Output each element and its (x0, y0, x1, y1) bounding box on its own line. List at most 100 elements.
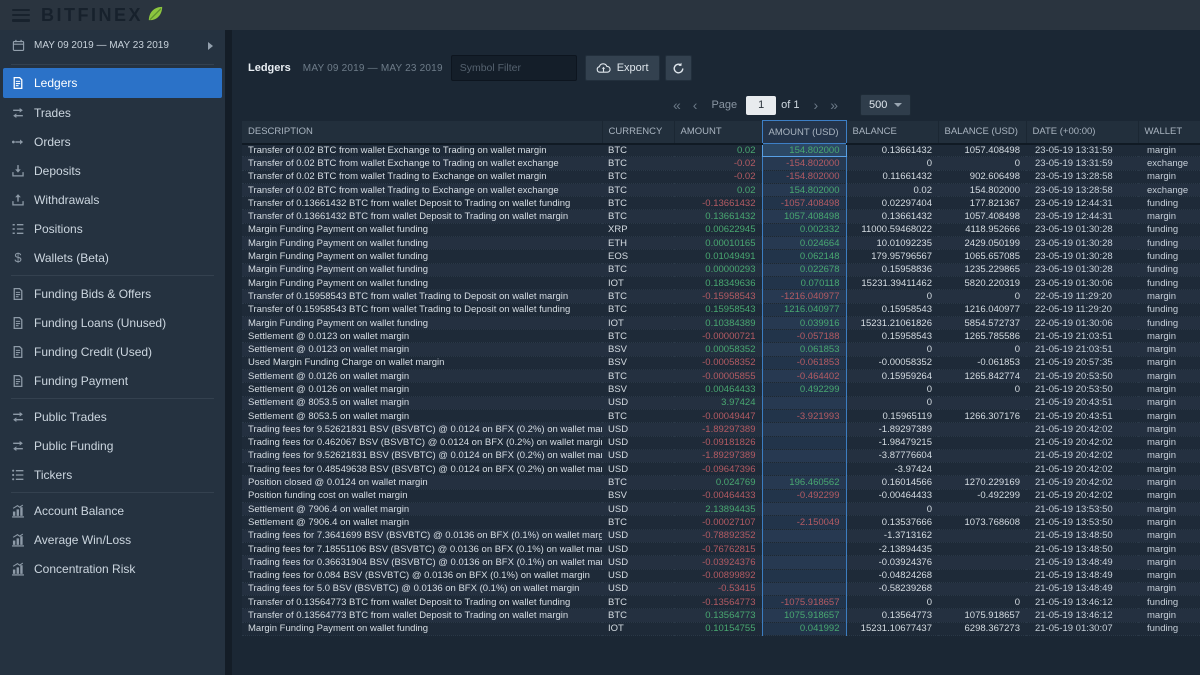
table-row[interactable]: Margin Funding Payment on wallet funding… (242, 250, 1200, 263)
table-row[interactable]: Settlement @ 0.0126 on wallet marginBSV0… (242, 383, 1200, 396)
page-number-input[interactable] (746, 96, 776, 115)
cell-description: Transfer of 0.02 BTC from wallet Trading… (242, 170, 602, 183)
sidebar-item-public-trades[interactable]: Public Trades (0, 402, 225, 431)
table-row[interactable]: Settlement @ 0.0126 on wallet marginBTC-… (242, 370, 1200, 383)
symbol-filter-input[interactable] (451, 55, 577, 81)
table-row[interactable]: Transfer of 0.15958543 BTC from wallet T… (242, 290, 1200, 303)
table-row[interactable]: Settlement @ 8053.5 on wallet marginBTC-… (242, 409, 1200, 422)
cell-wallet: margin (1138, 542, 1200, 555)
export-button[interactable]: Export (585, 55, 660, 81)
cell-balance-usd: 5820.220319 (938, 276, 1026, 289)
table-row[interactable]: Settlement @ 8053.5 on wallet marginUSD3… (242, 396, 1200, 409)
hamburger-menu-icon[interactable] (12, 9, 30, 22)
column-header-currency[interactable]: CURRENCY (602, 121, 674, 144)
first-page-button[interactable]: « (667, 97, 687, 113)
column-header-description[interactable]: DESCRIPTION (242, 121, 602, 144)
sidebar-item-label: Trades (34, 106, 71, 120)
table-row[interactable]: Trading fees for 0.36631904 BSV (BSVBTC)… (242, 556, 1200, 569)
cell-description: Trading fees for 9.52621831 BSV (BSVBTC)… (242, 449, 602, 462)
table-row[interactable]: Trading fees for 9.52621831 BSV (BSVBTC)… (242, 423, 1200, 436)
cell-date: 21-05-19 20:57:35 (1026, 356, 1138, 369)
cell-wallet: margin (1138, 609, 1200, 622)
table-row[interactable]: Trading fees for 7.18551106 BSV (BSVBTC)… (242, 542, 1200, 555)
table-row[interactable]: Margin Funding Payment on wallet funding… (242, 276, 1200, 289)
table-row[interactable]: Settlement @ 0.0123 on wallet marginBTC-… (242, 330, 1200, 343)
sidebar-item-tickers[interactable]: Tickers (0, 460, 225, 489)
column-header-wallet[interactable]: WALLET (1138, 121, 1200, 144)
prev-page-button[interactable]: ‹ (687, 97, 704, 113)
table-row[interactable]: Margin Funding Payment on wallet funding… (242, 622, 1200, 635)
cell-amount-usd: -1216.040977 (762, 290, 846, 303)
table-row[interactable]: Trading fees for 7.3641699 BSV (BSVBTC) … (242, 529, 1200, 542)
cell-description: Position funding cost on wallet margin (242, 489, 602, 502)
table-row[interactable]: Trading fees for 9.52621831 BSV (BSVBTC)… (242, 449, 1200, 462)
cell-balance: -3.87776604 (846, 449, 938, 462)
table-row[interactable]: Used Margin Funding Charge on wallet mar… (242, 356, 1200, 369)
sidebar-item-public-funding[interactable]: Public Funding (0, 431, 225, 460)
column-header-date[interactable]: DATE (+00:00) (1026, 121, 1138, 144)
table-row[interactable]: Margin Funding Payment on wallet funding… (242, 316, 1200, 329)
table-row[interactable]: Transfer of 0.13564773 BTC from wallet D… (242, 596, 1200, 609)
table-row[interactable]: Trading fees for 0.48549638 BSV (BSVBTC)… (242, 463, 1200, 476)
sidebar-item-wallets-beta[interactable]: $Wallets (Beta) (0, 243, 225, 272)
cell-wallet: funding (1138, 596, 1200, 609)
sidebar-item-deposits[interactable]: Deposits (0, 156, 225, 185)
cell-balance: 0.13564773 (846, 609, 938, 622)
sidebar-item-orders[interactable]: Orders (0, 127, 225, 156)
table-row[interactable]: Margin Funding Payment on wallet funding… (242, 263, 1200, 276)
table-row[interactable]: Trading fees for 0.462067 BSV (BSVBTC) @… (242, 436, 1200, 449)
column-header-balance[interactable]: BALANCE (846, 121, 938, 144)
date-range-picker[interactable]: MAY 09 2019 — MAY 23 2019 (0, 30, 225, 61)
pagination: « ‹ Page of 1 › » 500 (667, 94, 1200, 116)
sidebar-item-funding-bids-offers[interactable]: Funding Bids & Offers (0, 279, 225, 308)
table-row[interactable]: Margin Funding Payment on wallet funding… (242, 223, 1200, 236)
sidebar-item-withdrawals[interactable]: Withdrawals (0, 185, 225, 214)
cell-amount: -0.78892352 (674, 529, 762, 542)
sidebar-item-ledgers[interactable]: Ledgers (3, 68, 222, 98)
cell-amount: 3.97424 (674, 396, 762, 409)
table-row[interactable]: Trading fees for 5.0 BSV (BSVBTC) @ 0.01… (242, 582, 1200, 595)
table-row[interactable]: Transfer of 0.13661432 BTC from wallet D… (242, 210, 1200, 223)
table-row[interactable]: Transfer of 0.15958543 BTC from wallet T… (242, 303, 1200, 316)
column-header-amount[interactable]: AMOUNT (674, 121, 762, 144)
table-row[interactable]: Transfer of 0.02 BTC from wallet Trading… (242, 170, 1200, 183)
sidebar-item-funding-payment[interactable]: Funding Payment (0, 366, 225, 395)
table-row[interactable]: Trading fees for 0.084 BSV (BSVBTC) @ 0.… (242, 569, 1200, 582)
cell-amount: -0.03924376 (674, 556, 762, 569)
sidebar-item-funding-loans-unused[interactable]: Funding Loans (Unused) (0, 308, 225, 337)
next-page-button[interactable]: › (808, 97, 825, 113)
sidebar-item-account-balance[interactable]: Account Balance (0, 496, 225, 525)
sidebar-item-average-win-loss[interactable]: Average Win/Loss (0, 525, 225, 554)
sidebar-item-positions[interactable]: Positions (0, 214, 225, 243)
table-row[interactable]: Transfer of 0.13661432 BTC from wallet D… (242, 197, 1200, 210)
table-row[interactable]: Position funding cost on wallet marginBS… (242, 489, 1200, 502)
cell-date: 21-05-19 13:46:12 (1026, 609, 1138, 622)
cell-balance-usd (938, 436, 1026, 449)
cell-balance: 15231.39411462 (846, 276, 938, 289)
column-header-balance-usd[interactable]: BALANCE (USD) (938, 121, 1026, 144)
table-row[interactable]: Settlement @ 7906.4 on wallet marginBTC-… (242, 516, 1200, 529)
logo-text: BITFINEX (41, 5, 143, 26)
table-row[interactable]: Transfer of 0.02 BTC from wallet Exchang… (242, 157, 1200, 170)
cell-balance-usd (938, 542, 1026, 555)
refresh-button[interactable] (665, 55, 692, 81)
cell-currency: BSV (602, 343, 674, 356)
page-size-select[interactable]: 500 (860, 94, 911, 116)
column-header-amount-usd[interactable]: AMOUNT (USD) (762, 121, 846, 144)
cell-description: Settlement @ 0.0123 on wallet margin (242, 343, 602, 356)
cell-currency: ETH (602, 237, 674, 250)
table-row[interactable]: Settlement @ 7906.4 on wallet marginUSD2… (242, 503, 1200, 516)
table-row[interactable]: Transfer of 0.13564773 BTC from wallet D… (242, 609, 1200, 622)
sidebar-item-funding-credit-used[interactable]: Funding Credit (Used) (0, 337, 225, 366)
cell-balance: 0.15958543 (846, 330, 938, 343)
table-row[interactable]: Transfer of 0.02 BTC from wallet Trading… (242, 183, 1200, 196)
sidebar-item-concentration-risk[interactable]: Concentration Risk (0, 554, 225, 583)
sidebar-item-trades[interactable]: Trades (0, 98, 225, 127)
last-page-button[interactable]: » (824, 97, 844, 113)
cell-balance: 15231.21061826 (846, 316, 938, 329)
table-row[interactable]: Settlement @ 0.0123 on wallet marginBSV0… (242, 343, 1200, 356)
table-row[interactable]: Position closed @ 0.0124 on wallet margi… (242, 476, 1200, 489)
table-row[interactable]: Transfer of 0.02 BTC from wallet Exchang… (242, 144, 1200, 157)
cell-amount-usd: 154.802000 (762, 144, 846, 157)
table-row[interactable]: Margin Funding Payment on wallet funding… (242, 237, 1200, 250)
